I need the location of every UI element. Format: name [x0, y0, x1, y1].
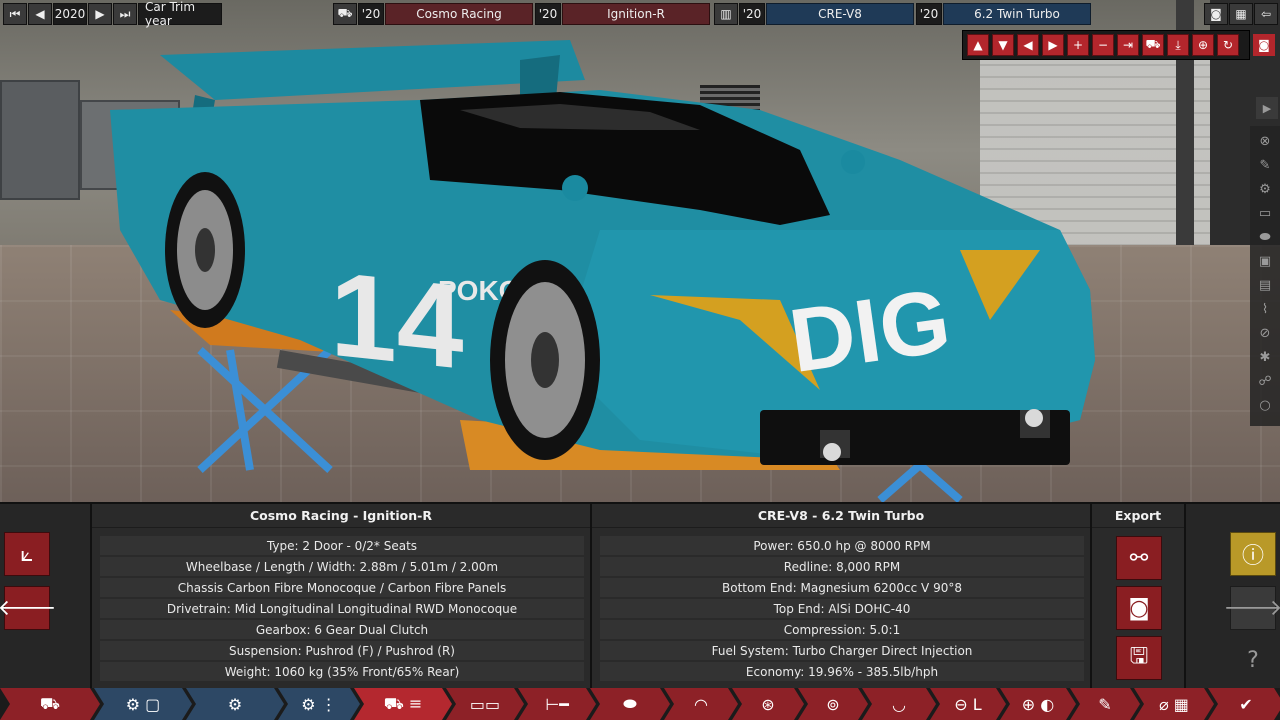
year-field[interactable]: 2020 [53, 3, 87, 25]
photo-mode-icon[interactable]: ◙ [1253, 34, 1275, 56]
model-year: '20 [358, 3, 384, 25]
camera-snap-button[interactable]: ⇥ [1117, 34, 1139, 56]
tab-chassis-icon[interactable]: ▭▭ [446, 688, 524, 720]
tab-car-summary-icon[interactable]: ⛟ ≡ [354, 688, 452, 720]
engine-family-icon[interactable]: ▥ [714, 3, 738, 25]
car-spec-row: Gearbox: 6 Gear Dual Clutch [100, 620, 584, 639]
reset-view-button[interactable]: ↻ [1217, 34, 1239, 56]
car-spec-row: Chassis Carbon Fibre Monocoque / Carbon … [100, 578, 584, 597]
car-model: 14 POKO DIG [110, 40, 1095, 502]
garage-viewport[interactable]: 14 POKO DIG ▲ ▼ ◀ ▶ + − ⇥ ⛟ ⤓ ⊕ ↻ ◙ ▶ ⊗ … [0, 0, 1280, 502]
car-spec-row: Type: 2 Door - 0/2* Seats [100, 536, 584, 555]
export-panel: Export ⚯ ◙ 🖫 [1092, 504, 1186, 690]
engine-spec-row: Economy: 19.96% - 385.5lb/hph [600, 662, 1084, 681]
trim-year: '20 [535, 3, 561, 25]
car-summary-title: Cosmo Racing - Ignition-R [92, 504, 590, 528]
tab-finish-icon[interactable]: ✔ [1208, 688, 1280, 720]
tab-engine-variant-icon[interactable]: ⚙ [186, 688, 284, 720]
settings-tool-icon[interactable]: ✱ [1254, 346, 1276, 368]
tab-interior-icon[interactable]: ⊖ L [930, 688, 1006, 720]
car-view-button[interactable]: ⛟ [1142, 34, 1164, 56]
next-button[interactable]: 🡒 [1224, 586, 1280, 630]
left-action-column: ⟀ 🡐 [0, 504, 92, 690]
tab-brakes-icon[interactable]: ⊚ [798, 688, 868, 720]
engine-summary-title: CRE-V8 - 6.2 Twin Turbo [592, 504, 1090, 528]
camera-left-button[interactable]: ◀ [1017, 34, 1039, 56]
share-button[interactable]: ⚯ [1116, 536, 1162, 580]
engine-spec-row: Bottom End: Magnesium 6200cc V 90°8 [600, 578, 1084, 597]
tab-model-icon[interactable]: ⛟ [0, 688, 100, 720]
car-spec-row: Drivetrain: Mid Longitudinal Longitudina… [100, 599, 584, 618]
body-tool-icon[interactable]: ⬬ [1254, 226, 1276, 248]
export-title: Export [1092, 504, 1184, 528]
year-next-button[interactable]: ▶ [88, 3, 112, 25]
tab-steering-icon[interactable]: ⊕ ◐ [1000, 688, 1076, 720]
camera-controls: ▲ ▼ ◀ ▶ + − ⇥ ⛟ ⤓ ⊕ ↻ ◙ [962, 30, 1275, 60]
driver-tool-icon[interactable]: ☍ [1254, 370, 1276, 392]
warning-button[interactable]: ⓘ [1230, 532, 1276, 576]
camera-down-button[interactable]: ▼ [992, 34, 1014, 56]
car-summary-panel: Cosmo Racing - Ignition-R Type: 2 Door -… [92, 504, 592, 690]
design-steps-bar: ⛟ ⚙ ▢ ⚙ ⚙ ⋮ ⛟ ≡ ▭▭ ⊢━ ⬬ ◠ ⊛ ⊚ ◡ ⊖ L ⊕ ◐ … [0, 688, 1280, 720]
tab-engine-family-icon[interactable]: ⚙ ▢ [94, 688, 192, 720]
car-model-icon[interactable]: ⛟ [333, 3, 357, 25]
suspension-tool-icon[interactable]: ⌇ [1254, 298, 1276, 320]
save-button[interactable]: 🖫 [1116, 636, 1162, 680]
engine-family-name[interactable]: CRE-V8 [766, 3, 914, 25]
zoom-in-button[interactable]: + [1067, 34, 1089, 56]
car-spec-row: Wheelbase / Length / Width: 2.88m / 5.01… [100, 557, 584, 576]
trim-name[interactable]: Ignition-R [562, 3, 710, 25]
engine-spec-row: Redline: 8,000 RPM [600, 557, 1084, 576]
year-last-button[interactable]: ⏭ [113, 3, 137, 25]
variant-year: '20 [916, 3, 942, 25]
circle-tool-icon[interactable]: ○ [1254, 394, 1276, 416]
family-year: '20 [739, 3, 765, 25]
lift-toggle-button[interactable]: ⤓ [1167, 34, 1189, 56]
wheel-tool-icon[interactable]: ⊗ [1254, 130, 1276, 152]
engine-spec-row: Top End: AlSi DOHC-40 [600, 599, 1084, 618]
car-spec-row: Weight: 1060 kg (35% Front/65% Rear) [100, 662, 584, 681]
model-name[interactable]: Cosmo Racing [385, 3, 533, 25]
camera-up-button[interactable]: ▲ [967, 34, 989, 56]
tab-drivetrain-icon[interactable]: ⊢━ [518, 688, 596, 720]
side-toolbar: ⊗ ✎ ⚙ ▭ ⬬ ▣ ▤ ⌇ ⊘ ✱ ☍ ○ [1250, 126, 1280, 426]
car-trim-year-label: Car Trim year [138, 0, 222, 28]
tab-engine-tune-icon[interactable]: ⚙ ⋮ [278, 688, 360, 720]
photo-button[interactable]: ◙ [1116, 586, 1162, 630]
livery-number: 14 [330, 247, 464, 395]
tab-body-icon[interactable]: ⬬ [590, 688, 670, 720]
engine-spec-row: Fuel System: Turbo Charger Direct Inject… [600, 641, 1084, 660]
year-prev-button[interactable]: ◀ [28, 3, 52, 25]
help-icon[interactable]: ? [1230, 638, 1276, 682]
year-first-button[interactable]: ⏮ [3, 3, 27, 25]
engine-spec-row: Compression: 5.0:1 [600, 620, 1084, 639]
tab-testing-icon[interactable]: ⌀ ▦ [1134, 688, 1214, 720]
fixture-tool-icon[interactable]: ▣ [1254, 250, 1276, 272]
tab-aero-icon[interactable]: ◡ [862, 688, 936, 720]
exit-icon[interactable]: ⇦ [1254, 3, 1278, 25]
engine-variant-name[interactable]: 6.2 Twin Turbo [943, 3, 1091, 25]
tab-fixtures-icon[interactable]: ◠ [664, 688, 738, 720]
engine-spec-row: Power: 650.0 hp @ 8000 RPM [600, 536, 1084, 555]
grille-tool-icon[interactable]: ▤ [1254, 274, 1276, 296]
engine-tool-icon[interactable]: ⚙ [1254, 178, 1276, 200]
zoom-out-button[interactable]: − [1092, 34, 1114, 56]
paint-tool-icon[interactable]: ✎ [1254, 154, 1276, 176]
tab-paint-icon[interactable]: ✎ [1070, 688, 1140, 720]
side-panel-expand-icon[interactable]: ▶ [1256, 97, 1278, 119]
chassis-tool-icon[interactable]: ▭ [1254, 202, 1276, 224]
right-action-column: ⓘ 🡒 ? [1186, 504, 1280, 690]
top-bar: ⏮ ◀ 2020 ▶ ⏭ Car Trim year ⛟ '20 Cosmo R… [0, 0, 1280, 28]
engine-summary-panel: CRE-V8 - 6.2 Twin Turbo Power: 650.0 hp … [592, 504, 1092, 690]
camera-right-button[interactable]: ▶ [1042, 34, 1064, 56]
car-spec-row: Suspension: Pushrod (F) / Pushrod (R) [100, 641, 584, 660]
calculator-icon[interactable]: ▦ [1229, 3, 1253, 25]
screenshot-icon[interactable]: ◙ [1204, 3, 1228, 25]
graph-button[interactable]: ⟀ [4, 532, 50, 576]
tab-wheels-icon[interactable]: ⊛ [732, 688, 804, 720]
summary-panel: ⟀ 🡐 Cosmo Racing - Ignition-R Type: 2 Do… [0, 502, 1280, 690]
back-button[interactable]: 🡐 [0, 586, 57, 630]
center-view-button[interactable]: ⊕ [1192, 34, 1214, 56]
brake-tool-icon[interactable]: ⊘ [1254, 322, 1276, 344]
